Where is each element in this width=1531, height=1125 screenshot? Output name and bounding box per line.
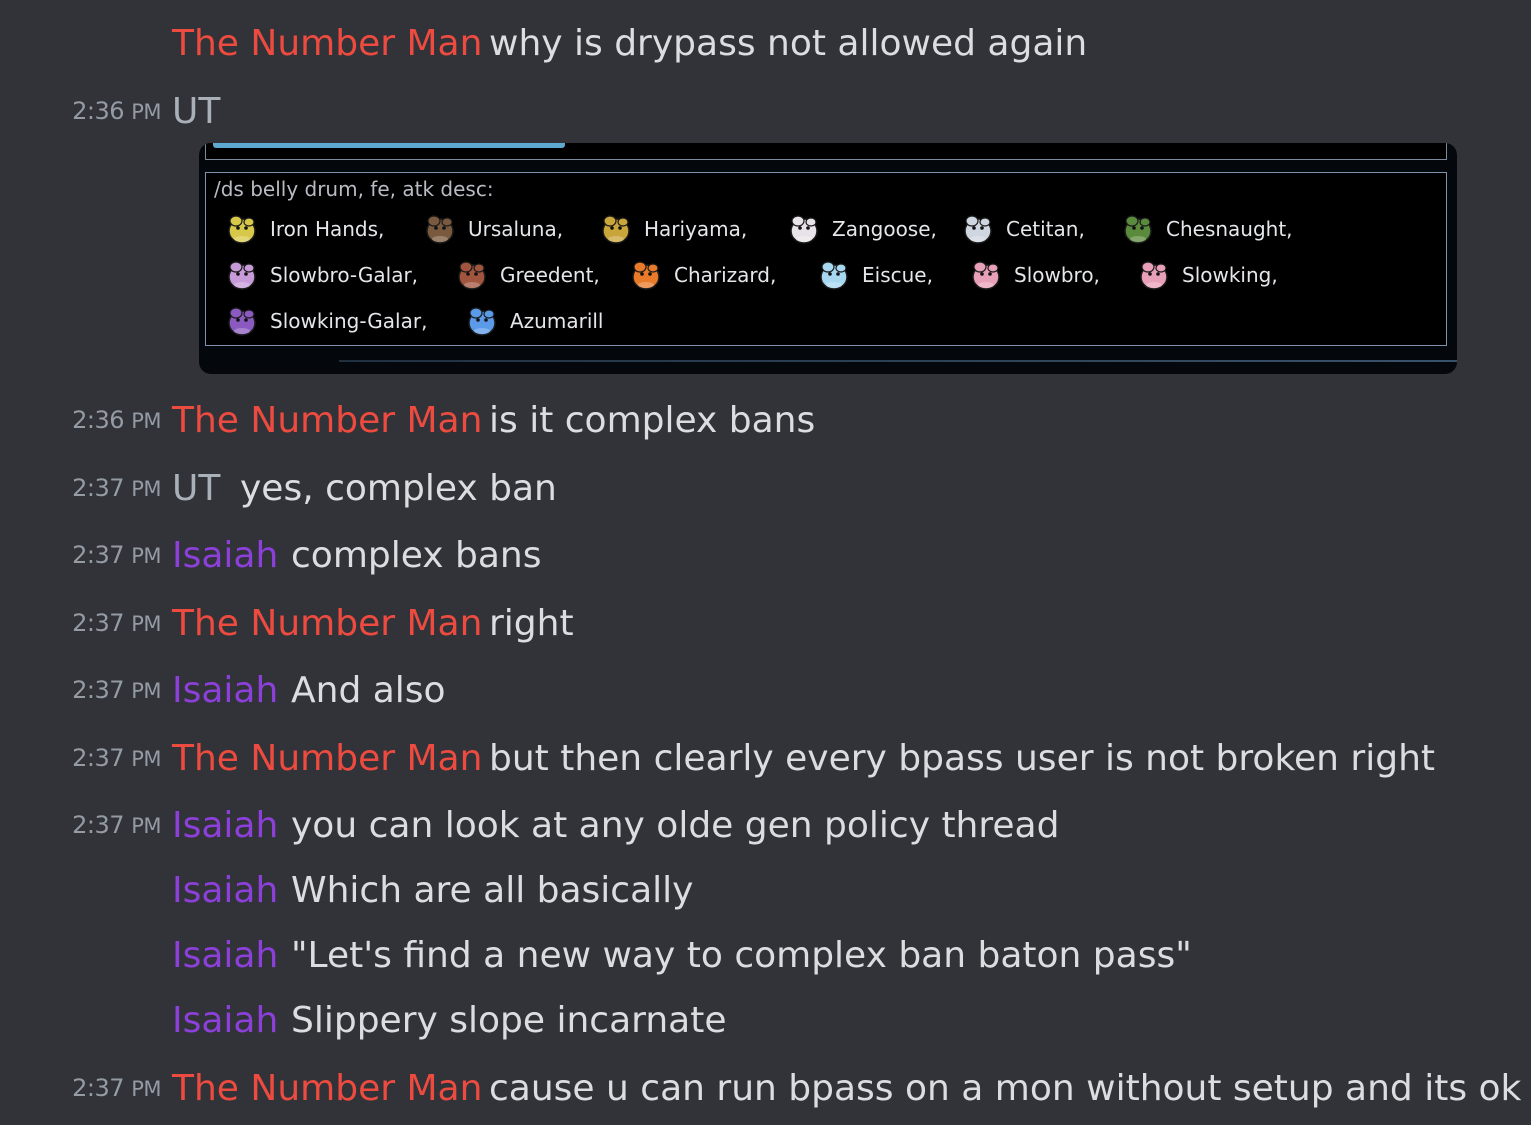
pokemon-name: Eiscue, [862, 263, 933, 287]
message-text: right [489, 602, 574, 644]
message-text: "Let's find a new way to complex ban bat… [291, 934, 1192, 976]
pokemon-result: Iron Hands, [222, 209, 384, 249]
pokemon-result: Greedent, [452, 255, 600, 295]
pokemon-result: Charizard, [626, 255, 776, 295]
message-row: 2:37 PM Isaiah complex bans [0, 532, 1531, 578]
message-text: yes, complex ban [240, 467, 557, 509]
pokemon-result: Eiscue, [814, 255, 933, 295]
pokemon-name: Chesnaught, [1166, 217, 1293, 241]
message-author[interactable]: The Number Man [172, 400, 482, 441]
message-text: is it complex bans [489, 399, 816, 441]
message-row: 2:37 PM The Number Man but then clearly … [0, 735, 1531, 781]
message-timestamp[interactable]: 2:37 PM [72, 811, 161, 839]
message-row: 2:36 PM The Number Man is it complex ban… [0, 397, 1531, 443]
charizard-icon [626, 257, 666, 293]
message-text: Slippery slope incarnate [291, 999, 727, 1041]
message-text: Which are all basically [291, 869, 694, 911]
message-author[interactable]: Isaiah [172, 870, 278, 911]
pokemon-result: Slowking, [1134, 255, 1278, 295]
pokemon-result: Slowbro, [966, 255, 1100, 295]
message-timestamp[interactable]: 2:36 PM [72, 97, 161, 125]
message-row: 2:37 PM UT yes, complex ban [0, 465, 1531, 511]
chesnaught-icon [1118, 211, 1158, 247]
message-timestamp[interactable]: 2:37 PM [72, 744, 161, 772]
message-author[interactable]: The Number Man [172, 1068, 482, 1109]
message-timestamp[interactable]: 2:36 PM [72, 406, 161, 434]
message-author[interactable]: Isaiah [172, 535, 278, 576]
message-timestamp[interactable]: 2:37 PM [72, 676, 161, 704]
message-timestamp[interactable]: 2:37 PM [72, 541, 161, 569]
pokemon-name: Slowbro, [1014, 263, 1100, 287]
zangoose-icon [784, 211, 824, 247]
message-author[interactable]: The Number Man [172, 603, 482, 644]
ursaluna-icon [420, 211, 460, 247]
pokemon-result: Slowbro-Galar, [222, 255, 418, 295]
message-row: Isaiah Slippery slope incarnate [0, 997, 1531, 1043]
pokemon-result: Chesnaught, [1118, 209, 1293, 249]
chat-log: The Number Man why is drypass not allowe… [0, 0, 1531, 1125]
pokemon-result: Zangoose, [784, 209, 937, 249]
message-row: The Number Man why is drypass not allowe… [0, 20, 1531, 66]
message-author[interactable]: Isaiah [172, 1000, 278, 1041]
pokemon-result: Cetitan, [958, 209, 1085, 249]
message-text: complex bans [291, 534, 542, 576]
pokemon-name: Ursaluna, [468, 217, 564, 241]
pokemon-result: Azumarill [462, 301, 604, 341]
embedded-screenshot[interactable]: /ds belly drum, fe, atk desc: Iron Hands… [199, 143, 1457, 374]
embed-command: /ds belly drum, fe, atk desc: [214, 177, 494, 201]
slowking-galar-icon [222, 303, 262, 339]
message-text: but then clearly every bpass user is not… [489, 737, 1436, 779]
message-timestamp[interactable]: 2:37 PM [72, 1074, 161, 1102]
cetitan-icon [958, 211, 998, 247]
pokemon-name: Slowking, [1182, 263, 1278, 287]
pokemon-result: Hariyama, [596, 209, 747, 249]
message-author[interactable]: UT [172, 468, 220, 509]
pokemon-name: Slowking-Galar, [270, 309, 428, 333]
message-author[interactable]: The Number Man [172, 23, 482, 64]
pokemon-name: Zangoose, [832, 217, 937, 241]
embed-blue-bar [213, 143, 565, 148]
message-author[interactable]: Isaiah [172, 935, 278, 976]
message-row: 2:37 PM The Number Man cause u can run b… [0, 1065, 1531, 1111]
slowking-icon [1134, 257, 1174, 293]
pokemon-name: Greedent, [500, 263, 600, 287]
pokemon-name: Cetitan, [1006, 217, 1085, 241]
pokemon-result: Ursaluna, [420, 209, 563, 249]
embed-bottom-line [339, 360, 1457, 362]
pokemon-name: Charizard, [674, 263, 777, 287]
greedent-icon [452, 257, 492, 293]
hariyama-icon [596, 211, 636, 247]
message-author[interactable]: Isaiah [172, 805, 278, 846]
message-row: 2:37 PM Isaiah you can look at any olde … [0, 802, 1531, 848]
message-text: cause u can run bpass on a mon without s… [489, 1067, 1522, 1109]
message-author[interactable]: UT [172, 91, 220, 132]
message-timestamp[interactable]: 2:37 PM [72, 609, 161, 637]
pokemon-name: Iron Hands, [270, 217, 385, 241]
message-text: you can look at any olde gen policy thre… [291, 804, 1060, 846]
pokemon-name: Azumarill [510, 309, 604, 333]
message-author[interactable]: The Number Man [172, 738, 482, 779]
message-row: 2:37 PM Isaiah And also [0, 667, 1531, 713]
pokemon-name: Hariyama, [644, 217, 748, 241]
pokemon-name: Slowbro-Galar, [270, 263, 419, 287]
message-timestamp[interactable]: 2:37 PM [72, 474, 161, 502]
azumarill-icon [462, 303, 502, 339]
message-text: And also [291, 669, 446, 711]
message-row: Isaiah Which are all basically [0, 867, 1531, 913]
message-text: why is drypass not allowed again [489, 22, 1088, 64]
message-row: 2:36 PM UT [0, 88, 1531, 134]
pokemon-result: Slowking-Galar, [222, 301, 427, 341]
iron-hands-icon [222, 211, 262, 247]
message-author[interactable]: Isaiah [172, 670, 278, 711]
message-row: Isaiah "Let's find a new way to complex … [0, 932, 1531, 978]
embed-result-box: /ds belly drum, fe, atk desc: Iron Hands… [205, 172, 1447, 346]
slowbro-icon [966, 257, 1006, 293]
slowbro-galar-icon [222, 257, 262, 293]
eiscue-icon [814, 257, 854, 293]
message-row: 2:37 PM The Number Man right [0, 600, 1531, 646]
